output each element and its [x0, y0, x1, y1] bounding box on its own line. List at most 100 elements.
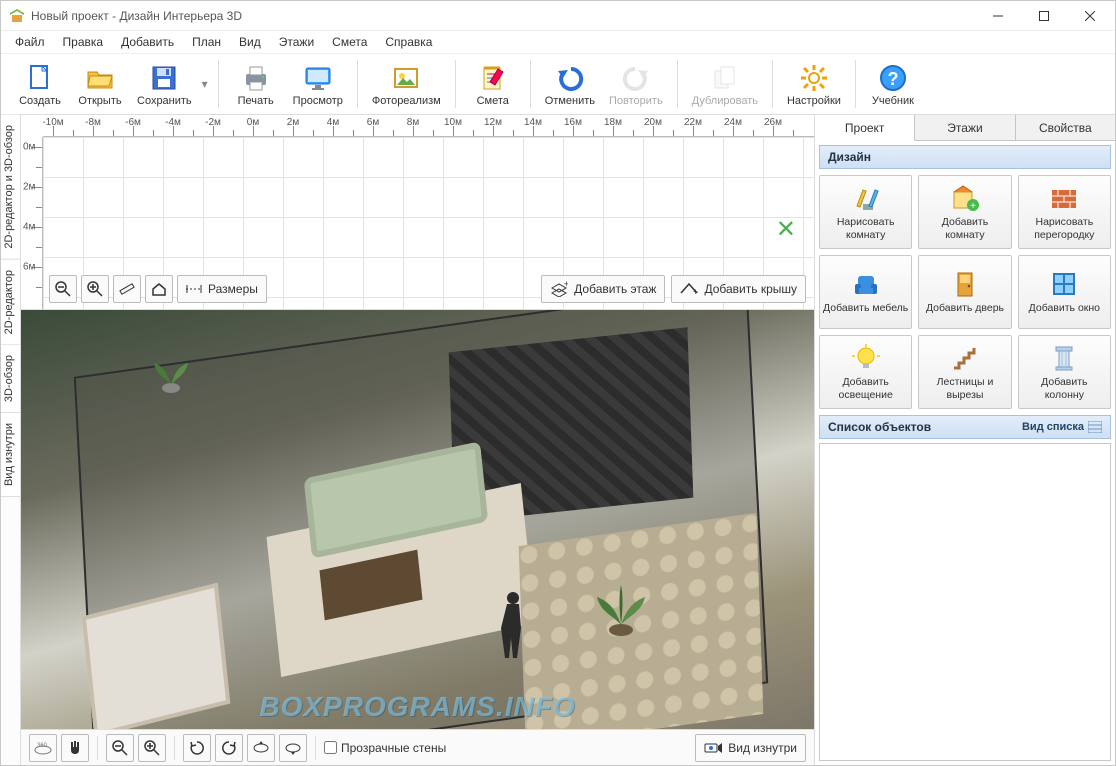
ruler-v-label: 4м [23, 222, 35, 233]
view-inside-button[interactable]: Вид изнутри [695, 734, 806, 762]
menu-вид[interactable]: Вид [231, 33, 269, 51]
ruler-h-label: 10м [444, 117, 462, 128]
list-view-label: Вид списка [1022, 421, 1084, 433]
add-room-label: Добавить комнату [921, 216, 1008, 240]
main-toolbar: Создать Открыть Сохранить▾ Печать Просмотр Фо… [1, 53, 1115, 115]
menu-файл[interactable]: Файл [7, 33, 53, 51]
add-room-button[interactable]: +Добавить комнату [918, 175, 1011, 249]
svg-text:360: 360 [37, 743, 48, 749]
list-view-toggle[interactable]: Вид списка [1022, 421, 1102, 433]
right-tab-2[interactable]: Свойства [1016, 115, 1115, 140]
transparent-walls-input[interactable] [324, 741, 337, 754]
rotate-left-button[interactable] [183, 734, 211, 762]
folder-open-icon [84, 62, 116, 94]
notepad-icon [477, 62, 509, 94]
new-button[interactable]: Создать [11, 56, 69, 112]
add-floor-button[interactable]: + Добавить этаж [541, 275, 665, 303]
menu-план[interactable]: План [184, 33, 229, 51]
zoom-out-button[interactable] [49, 275, 77, 303]
menu-этажи[interactable]: Этажи [271, 33, 322, 51]
minimize-button[interactable] [975, 1, 1021, 31]
save-button[interactable]: Сохранить [131, 56, 198, 112]
toolbar-separator [530, 60, 531, 108]
menu-правка[interactable]: Правка [55, 33, 112, 51]
home-button[interactable] [145, 275, 173, 303]
left-tab-3d[interactable]: 3D-обзор [1, 345, 20, 413]
ruler-h-label: 2м [287, 117, 299, 128]
toolbar-separator [455, 60, 456, 108]
ruler-v-label: 0м [23, 142, 35, 153]
door-icon [949, 269, 981, 299]
canvas-2d[interactable]: -10м-8м-6м-4м-2м0м2м4м6м8м10м12м14м16м18… [21, 115, 814, 310]
ruler-h-label: 14м [524, 117, 542, 128]
armchair-icon [850, 269, 882, 299]
ruler-h-label: 0м [247, 117, 259, 128]
help-button[interactable]: ?Учебник [864, 56, 922, 112]
add-column-button[interactable]: Добавить колонну [1018, 335, 1111, 409]
undo-icon [554, 62, 586, 94]
dimensions-button[interactable]: Размеры [177, 275, 267, 303]
undo-button[interactable]: Отменить [539, 56, 601, 112]
ruler-button[interactable] [113, 275, 141, 303]
objects-header-label: Список объектов [828, 420, 931, 434]
toolbar-separator [772, 60, 773, 108]
app-icon [9, 8, 25, 24]
add-door-button[interactable]: Добавить дверь [918, 255, 1011, 329]
ruler-h-label: 16м [564, 117, 582, 128]
draw-partition-button[interactable]: Нарисовать перегородку [1018, 175, 1111, 249]
right-tab-1[interactable]: Этажи [915, 115, 1015, 140]
gear-icon [798, 62, 830, 94]
redo-icon [620, 62, 652, 94]
zoom-in-button[interactable] [81, 275, 109, 303]
left-tab-2d[interactable]: 2D-редактор [1, 260, 20, 345]
duplicate-icon [709, 62, 741, 94]
transparent-walls-checkbox[interactable]: Прозрачные стены [324, 741, 446, 755]
toolbar-separator [218, 60, 219, 108]
preview-button[interactable]: Просмотр [287, 56, 349, 112]
tilt-up-button[interactable] [247, 734, 275, 762]
toolbar-separator [855, 60, 856, 108]
tilt-down-button[interactable] [279, 734, 307, 762]
open-label: Открыть [78, 95, 121, 107]
object-list[interactable] [819, 443, 1111, 761]
help-label: Учебник [872, 95, 914, 107]
monitor-icon [302, 62, 334, 94]
preview-label: Просмотр [293, 95, 343, 107]
canvas-3d[interactable]: BOXPROGRAMS.INFO [21, 310, 814, 729]
menu-смета[interactable]: Смета [324, 33, 375, 51]
menu-добавить[interactable]: Добавить [113, 33, 182, 51]
toolbar-separator [677, 60, 678, 108]
open-button[interactable]: Открыть [71, 56, 129, 112]
redo-label: Повторить [609, 95, 663, 107]
pan-button[interactable] [61, 734, 89, 762]
ruler-h-label: 12м [484, 117, 502, 128]
add-lighting-button[interactable]: Добавить освещение [819, 335, 912, 409]
add-roof-button[interactable]: + Добавить крышу [671, 275, 806, 303]
rotate-360-button[interactable]: 360 [29, 734, 57, 762]
stairs-button[interactable]: Лестницы и вырезы [918, 335, 1011, 409]
ruler-horizontal: -10м-8м-6м-4м-2м0м2м4м6м8м10м12м14м16м18… [43, 115, 814, 137]
add-window-button[interactable]: Добавить окно [1018, 255, 1111, 329]
close-button[interactable] [1067, 1, 1113, 31]
zoom-out-3d-button[interactable] [106, 734, 134, 762]
print-button[interactable]: Печать [227, 56, 285, 112]
maximize-button[interactable] [1021, 1, 1067, 31]
photoreal-button[interactable]: Фотореализм [366, 56, 447, 112]
menu-справка[interactable]: Справка [377, 33, 440, 51]
left-tab-2d3d[interactable]: 2D-редактор и 3D-обзор [1, 115, 20, 260]
right-tab-0[interactable]: Проект [815, 115, 915, 141]
add-column-label: Добавить колонну [1021, 376, 1108, 400]
add-furniture-button[interactable]: Добавить мебель [819, 255, 912, 329]
rotate-right-button[interactable] [215, 734, 243, 762]
photoreal-label: Фотореализм [372, 95, 441, 107]
settings-button[interactable]: Настройки [781, 56, 847, 112]
save-dropdown[interactable]: ▾ [200, 56, 210, 112]
estimate-button[interactable]: Смета [464, 56, 522, 112]
file-new-icon [24, 62, 56, 94]
ruler-vertical: 0м2м4м6м [21, 137, 43, 309]
zoom-in-3d-button[interactable] [138, 734, 166, 762]
window-icon [1048, 269, 1080, 299]
left-tab-inside[interactable]: Вид изнутри [1, 413, 20, 497]
draw-room-button[interactable]: Нарисовать комнату [819, 175, 912, 249]
view-3d-toolbar: 360 Прозрачные стены Вид изнутри [21, 729, 814, 765]
